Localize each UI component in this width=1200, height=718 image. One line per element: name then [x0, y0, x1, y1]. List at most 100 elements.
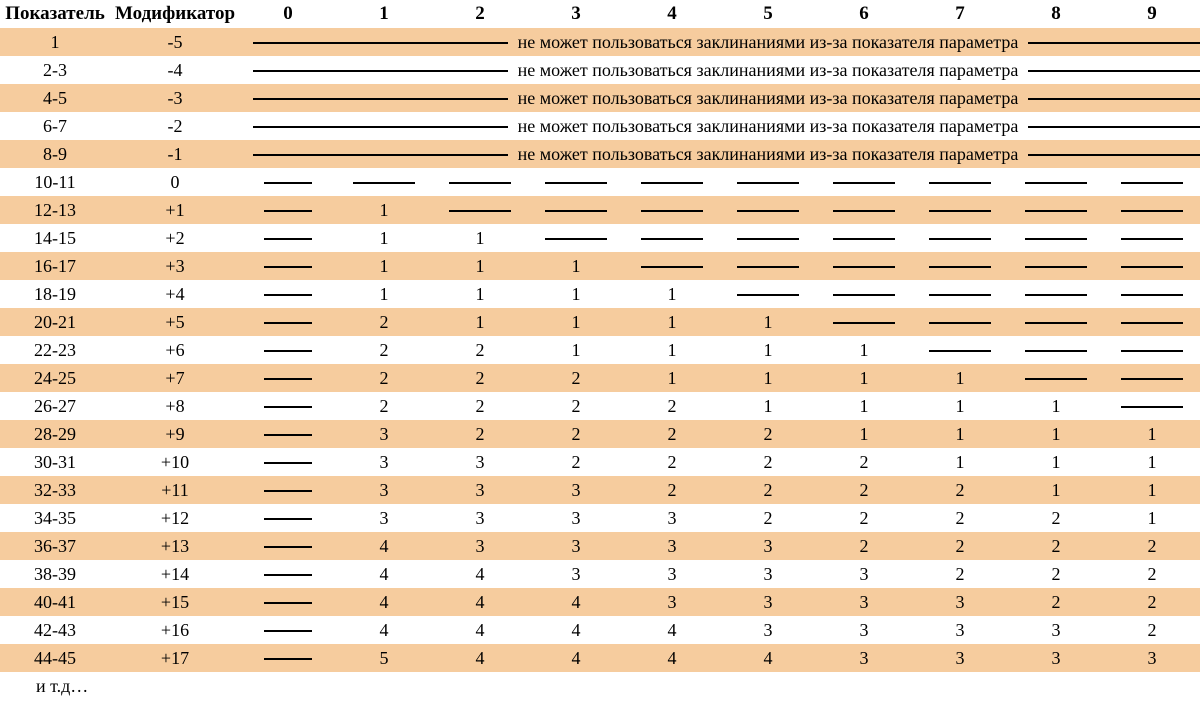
cell-spell — [1104, 196, 1200, 224]
cell-score: 30-31 — [0, 448, 110, 476]
cell-spell: 3 — [816, 616, 912, 644]
col-spell-4: 4 — [624, 0, 720, 28]
cell-spell — [240, 196, 336, 224]
col-score: Показатель — [0, 0, 110, 28]
cell-modifier: -4 — [110, 56, 240, 84]
cell-score: 26-27 — [0, 392, 110, 420]
cell-modifier: +4 — [110, 280, 240, 308]
dash-icon — [1025, 210, 1087, 212]
cell-spell: 3 — [624, 560, 720, 588]
cell-spell: 3 — [720, 532, 816, 560]
cell-spell — [624, 196, 720, 224]
cell-modifier: +10 — [110, 448, 240, 476]
col-spell-8: 8 — [1008, 0, 1104, 28]
cell-spell: 1 — [1104, 476, 1200, 504]
cell-spell — [240, 504, 336, 532]
table-row: 10-110 — [0, 168, 1200, 196]
cell-spell: 1 — [1008, 420, 1104, 448]
dash-icon — [1121, 294, 1183, 296]
cell-spell — [1104, 168, 1200, 196]
cell-spell: 3 — [432, 448, 528, 476]
dash-icon — [737, 294, 799, 296]
cell-spell — [912, 308, 1008, 336]
cell-cannot-cast: не может пользоваться заклинаниями из-за… — [336, 56, 1200, 84]
cell-score: 20-21 — [0, 308, 110, 336]
dash-icon — [264, 294, 312, 296]
cell-spell: 3 — [528, 504, 624, 532]
cell-score: 28-29 — [0, 420, 110, 448]
cell-spell — [720, 196, 816, 224]
cell-spell: 5 — [336, 644, 432, 672]
cell-modifier: -1 — [110, 140, 240, 168]
col-modifier: Модификатор — [110, 0, 240, 28]
cell-modifier: +2 — [110, 224, 240, 252]
cell-spell: 3 — [720, 588, 816, 616]
cell-spell — [240, 532, 336, 560]
cell-spell: 3 — [528, 476, 624, 504]
cell-score: 6-7 — [0, 112, 110, 140]
cell-spell: 1 — [816, 420, 912, 448]
dash-icon — [264, 238, 312, 240]
dash-icon — [264, 546, 312, 548]
dash-icon — [737, 266, 799, 268]
cell-spell: 3 — [912, 616, 1008, 644]
cell-spell: 2 — [1008, 532, 1104, 560]
cell-spell: 3 — [528, 532, 624, 560]
cell-spell: 1 — [912, 392, 1008, 420]
cell-spell — [720, 224, 816, 252]
cell-spell: 1 — [1104, 504, 1200, 532]
dash-icon — [545, 182, 607, 184]
cell-spell: 3 — [336, 476, 432, 504]
cell-spell — [816, 168, 912, 196]
dash-icon — [833, 210, 895, 212]
col-spell-6: 6 — [816, 0, 912, 28]
col-spell-2: 2 — [432, 0, 528, 28]
cell-spell: 2 — [432, 364, 528, 392]
cell-spell: 2 — [336, 336, 432, 364]
cell-spell: 2 — [720, 476, 816, 504]
dash-icon — [1025, 238, 1087, 240]
cell-spell — [240, 364, 336, 392]
cell-spell — [1008, 168, 1104, 196]
cell-spell: 2 — [336, 364, 432, 392]
dash-icon — [264, 462, 312, 464]
dash-icon — [641, 266, 703, 268]
cell-spell — [240, 616, 336, 644]
cell-spell: 1 — [624, 336, 720, 364]
cell-spell — [336, 168, 432, 196]
cell-spell: 3 — [1008, 644, 1104, 672]
cell-spell: 4 — [336, 532, 432, 560]
cell-spell: 3 — [1008, 616, 1104, 644]
dash-icon — [449, 210, 511, 212]
cell-spell: 4 — [432, 644, 528, 672]
cell-cannot-cast: не может пользоваться заклинаниями из-за… — [336, 140, 1200, 168]
dash-icon — [264, 210, 312, 212]
cell-spell: 3 — [528, 560, 624, 588]
cell-spell — [1008, 364, 1104, 392]
cell-score: 1 — [0, 28, 110, 56]
cell-spell: 3 — [912, 588, 1008, 616]
cell-modifier: +12 — [110, 504, 240, 532]
dash-icon — [737, 182, 799, 184]
cell-spell: 1 — [816, 336, 912, 364]
cell-spell — [528, 196, 624, 224]
cell-spell: 4 — [624, 616, 720, 644]
cell-spell: 3 — [336, 504, 432, 532]
dash-icon — [929, 322, 991, 324]
cell-spell: 2 — [816, 504, 912, 532]
cell-modifier: 0 — [110, 168, 240, 196]
cell-spell — [720, 252, 816, 280]
dash-icon — [449, 182, 511, 184]
dash-icon — [1121, 406, 1183, 408]
dash-icon — [929, 210, 991, 212]
cell-spell: 3 — [432, 504, 528, 532]
cell-modifier: +5 — [110, 308, 240, 336]
dash-icon — [264, 350, 312, 352]
cell-spell — [240, 644, 336, 672]
cell-spell — [240, 280, 336, 308]
cell-spell: 2 — [720, 448, 816, 476]
dash-icon — [1121, 182, 1183, 184]
cell-spell — [1104, 252, 1200, 280]
dash-icon — [1121, 238, 1183, 240]
dash-icon — [264, 518, 312, 520]
